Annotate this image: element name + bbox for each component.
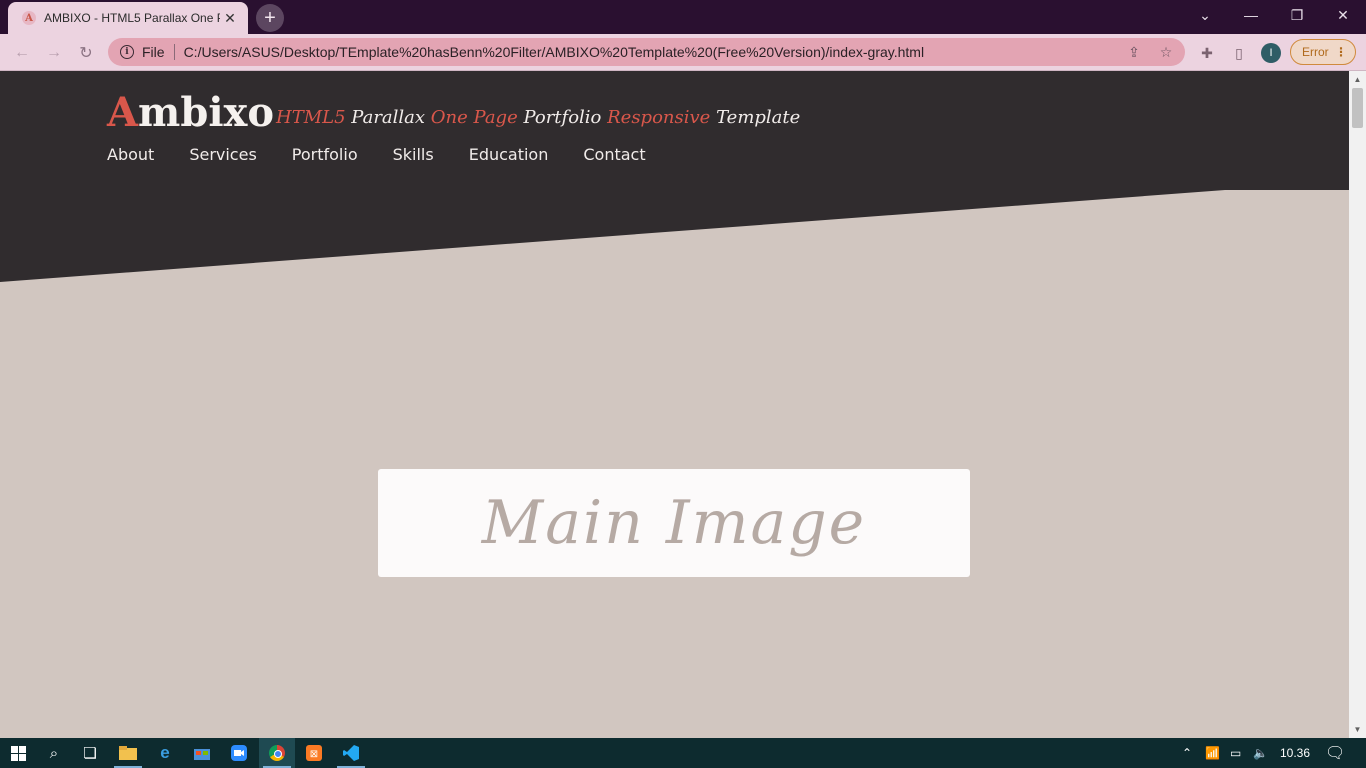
xampp-icon[interactable]: ⊠ (296, 738, 332, 768)
scroll-down-arrow-icon[interactable]: ▼ (1349, 721, 1366, 738)
restore-button[interactable]: ❐ (1274, 0, 1320, 30)
site-tagline: HTML5 Parallax One Page Portfolio Respon… (276, 107, 800, 128)
page-viewport: A mbixo HTML5 Parallax One Page Portfoli… (0, 71, 1349, 738)
tab-search-chevron-icon[interactable]: ⌄ (1182, 0, 1228, 30)
error-button[interactable]: Error ⋮ (1290, 39, 1356, 65)
svg-text:⊠: ⊠ (310, 749, 318, 760)
address-bar[interactable]: i File C:/Users/ASUS/Desktop/TEmplate%20… (108, 38, 1185, 66)
tab-strip: A AMBIXO - HTML5 Parallax One P ✕ + ⌄ — … (0, 0, 1366, 34)
network-icon[interactable]: 📶 (1205, 738, 1220, 768)
tagline-word: HTML5 (276, 107, 346, 128)
edge-browser-icon[interactable]: e (147, 738, 183, 768)
tab-title: AMBIXO - HTML5 Parallax One P (44, 11, 220, 25)
close-window-button[interactable]: ✕ (1320, 0, 1366, 30)
site-logo[interactable]: A mbixo (107, 89, 274, 136)
tagline-word: Parallax (351, 107, 426, 128)
chrome-browser-icon[interactable] (259, 738, 295, 768)
nav-link-education[interactable]: Education (469, 145, 549, 164)
task-view-icon[interactable]: ❏ (72, 738, 108, 768)
forward-arrow-icon[interactable]: → (43, 42, 65, 64)
share-icon[interactable]: ⇪ (1126, 44, 1142, 60)
file-explorer-icon[interactable] (110, 738, 146, 768)
menu-dots-icon: ⋮ (1335, 45, 1347, 59)
bookmark-star-icon[interactable]: ☆ (1158, 44, 1174, 60)
scroll-up-arrow-icon[interactable]: ▲ (1349, 71, 1366, 88)
profile-avatar[interactable]: I (1261, 43, 1281, 63)
logo-text: mbixo (138, 89, 275, 136)
notifications-icon[interactable]: 🗨 (1325, 738, 1345, 768)
tagline-word: Responsive (607, 107, 711, 128)
logo-initial: A (107, 89, 139, 136)
nav-link-about[interactable]: About (107, 145, 154, 164)
browser-tab[interactable]: A AMBIXO - HTML5 Parallax One P ✕ (8, 2, 248, 34)
main-nav: About Services Portfolio Skills Educatio… (107, 145, 681, 164)
tagline-word: Template (716, 107, 801, 128)
tagline-word: One Page (430, 107, 518, 128)
nav-link-skills[interactable]: Skills (393, 145, 434, 164)
info-icon[interactable]: i (120, 45, 134, 59)
store-icon[interactable] (184, 738, 220, 768)
error-label: Error (1302, 45, 1329, 59)
battery-icon[interactable]: ▭ (1230, 738, 1241, 768)
new-tab-button[interactable]: + (256, 4, 284, 32)
address-separator (173, 44, 175, 60)
main-image-placeholder: Main Image (378, 469, 970, 577)
url-text[interactable]: C:/Users/ASUS/Desktop/TEmplate%20hasBenn… (184, 44, 1084, 60)
windows-start-icon[interactable] (0, 738, 36, 768)
search-icon[interactable]: ⌕ (36, 738, 72, 768)
nav-link-services[interactable]: Services (189, 145, 256, 164)
ambixo-favicon-icon: A (22, 11, 36, 25)
browser-toolbar: ← → ↻ i File C:/Users/ASUS/Desktop/TEmpl… (0, 34, 1366, 71)
tagline-word: Portfolio (523, 107, 602, 128)
extensions-puzzle-icon[interactable]: ✚ (1198, 44, 1216, 62)
show-hidden-icons-chevron[interactable]: ⌃ (1182, 738, 1192, 768)
nav-link-portfolio[interactable]: Portfolio (292, 145, 358, 164)
zoom-app-icon[interactable] (221, 738, 257, 768)
volume-icon[interactable]: 🔈 (1253, 738, 1268, 768)
main-image-label: Main Image (481, 488, 867, 558)
nav-link-contact[interactable]: Contact (583, 145, 645, 164)
scheme-label: File (142, 44, 165, 60)
side-panel-icon[interactable]: ▯ (1230, 44, 1248, 62)
reload-icon[interactable]: ↻ (75, 42, 97, 64)
back-arrow-icon[interactable]: ← (11, 42, 33, 64)
windows-taskbar: ⌕ ❏ e ⊠ ⌃ 📶 ▭ 🔈 10.36 🗨 (0, 738, 1366, 768)
tab-close-icon[interactable]: ✕ (222, 10, 238, 27)
vscode-icon[interactable] (333, 738, 369, 768)
clock-time[interactable]: 10.36 (1280, 738, 1310, 768)
minimize-button[interactable]: — (1228, 0, 1274, 30)
scrollbar-thumb[interactable] (1352, 88, 1363, 128)
vertical-scrollbar[interactable]: ▲ ▼ (1349, 71, 1366, 738)
